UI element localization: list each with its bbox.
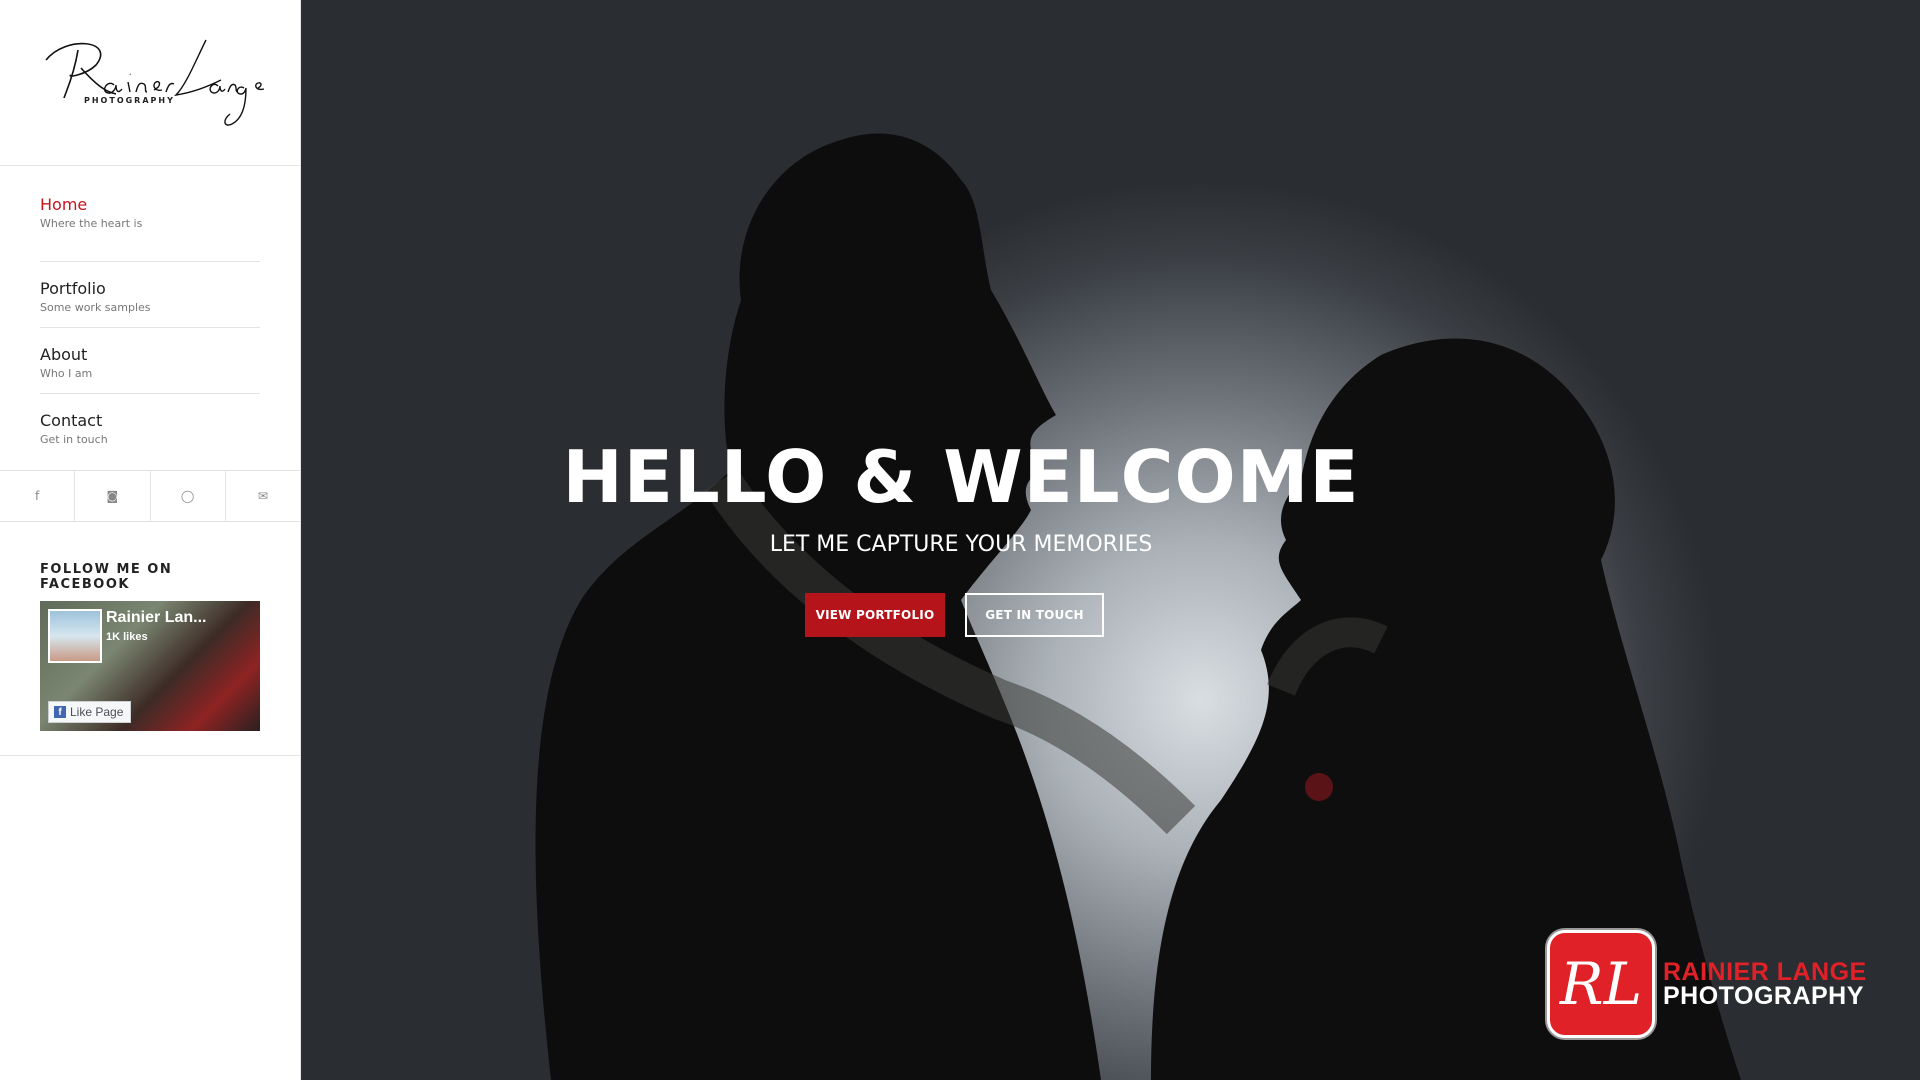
nav-item-about[interactable]: About Who I am: [40, 328, 260, 394]
watermark-line2: PHOTOGRAPHY: [1663, 982, 1864, 1010]
facebook-like-label: Like Page: [70, 705, 124, 719]
facebook-page-plugin[interactable]: Rainier Lan... 1K likes f Like Page: [40, 601, 260, 731]
nav-item-title: Portfolio: [40, 279, 106, 298]
hero-buttons: VIEW PORTFOLIO GET IN TOUCH: [805, 593, 1104, 637]
facebook-icon[interactable]: f: [0, 471, 76, 521]
main-nav: Home Where the heart is Portfolio Some w…: [0, 166, 300, 460]
get-in-touch-button[interactable]: GET IN TOUCH: [965, 593, 1104, 637]
nav-item-contact[interactable]: Contact Get in touch: [40, 394, 260, 460]
logo-subtitle: PHOTOGRAPHY: [84, 96, 175, 105]
nav-item-subtitle: Where the heart is: [40, 217, 143, 230]
facebook-widget: FOLLOW ME ON FACEBOOK Rainier Lan... 1K …: [40, 562, 260, 731]
social-links: f ◙ ◯ ✉: [0, 470, 300, 522]
facebook-page-avatar[interactable]: [48, 609, 102, 663]
nav-item-title: Contact: [40, 411, 103, 430]
facebook-page-name[interactable]: Rainier Lan...: [106, 609, 206, 627]
whatsapp-icon[interactable]: ◯: [151, 471, 226, 521]
signature-logo-icon: [45, 39, 265, 126]
rl-badge-icon: RL: [1547, 930, 1655, 1038]
watermark-text: RAINIER LANGE PHOTOGRAPHY: [1663, 958, 1867, 1010]
view-portfolio-button[interactable]: VIEW PORTFOLIO: [805, 593, 945, 637]
facebook-like-page-button[interactable]: f Like Page: [48, 701, 132, 723]
nav-item-subtitle: Some work samples: [40, 301, 151, 314]
sidebar: PHOTOGRAPHY Home Where the heart is Port…: [0, 0, 301, 1080]
hero-subtitle: LET ME CAPTURE YOUR MEMORIES: [769, 532, 1153, 557]
watermark-logo: RL RAINIER LANGE PHOTOGRAPHY: [1547, 930, 1867, 1038]
facebook-logo-icon: f: [54, 706, 66, 718]
nav-item-home[interactable]: Home Where the heart is: [40, 196, 260, 262]
email-icon[interactable]: ✉: [226, 471, 300, 521]
hero-title: HELLO & WELCOME: [562, 435, 1360, 519]
nav-item-portfolio[interactable]: Portfolio Some work samples: [40, 262, 260, 328]
nav-item-title: Home: [40, 195, 88, 214]
instagram-icon[interactable]: ◙: [75, 471, 151, 521]
watermark-line1: RAINIER LANGE: [1663, 958, 1867, 986]
sidebar-divider: [0, 755, 300, 756]
hero-section: HELLO & WELCOME LET ME CAPTURE YOUR MEMO…: [301, 0, 1920, 1080]
facebook-page-likes: 1K likes: [106, 631, 148, 643]
nav-item-subtitle: Get in touch: [40, 433, 108, 446]
logo[interactable]: PHOTOGRAPHY: [0, 0, 300, 166]
facebook-widget-heading: FOLLOW ME ON FACEBOOK: [40, 562, 173, 592]
nav-item-subtitle: Who I am: [40, 367, 93, 380]
nav-item-title: About: [40, 345, 88, 364]
